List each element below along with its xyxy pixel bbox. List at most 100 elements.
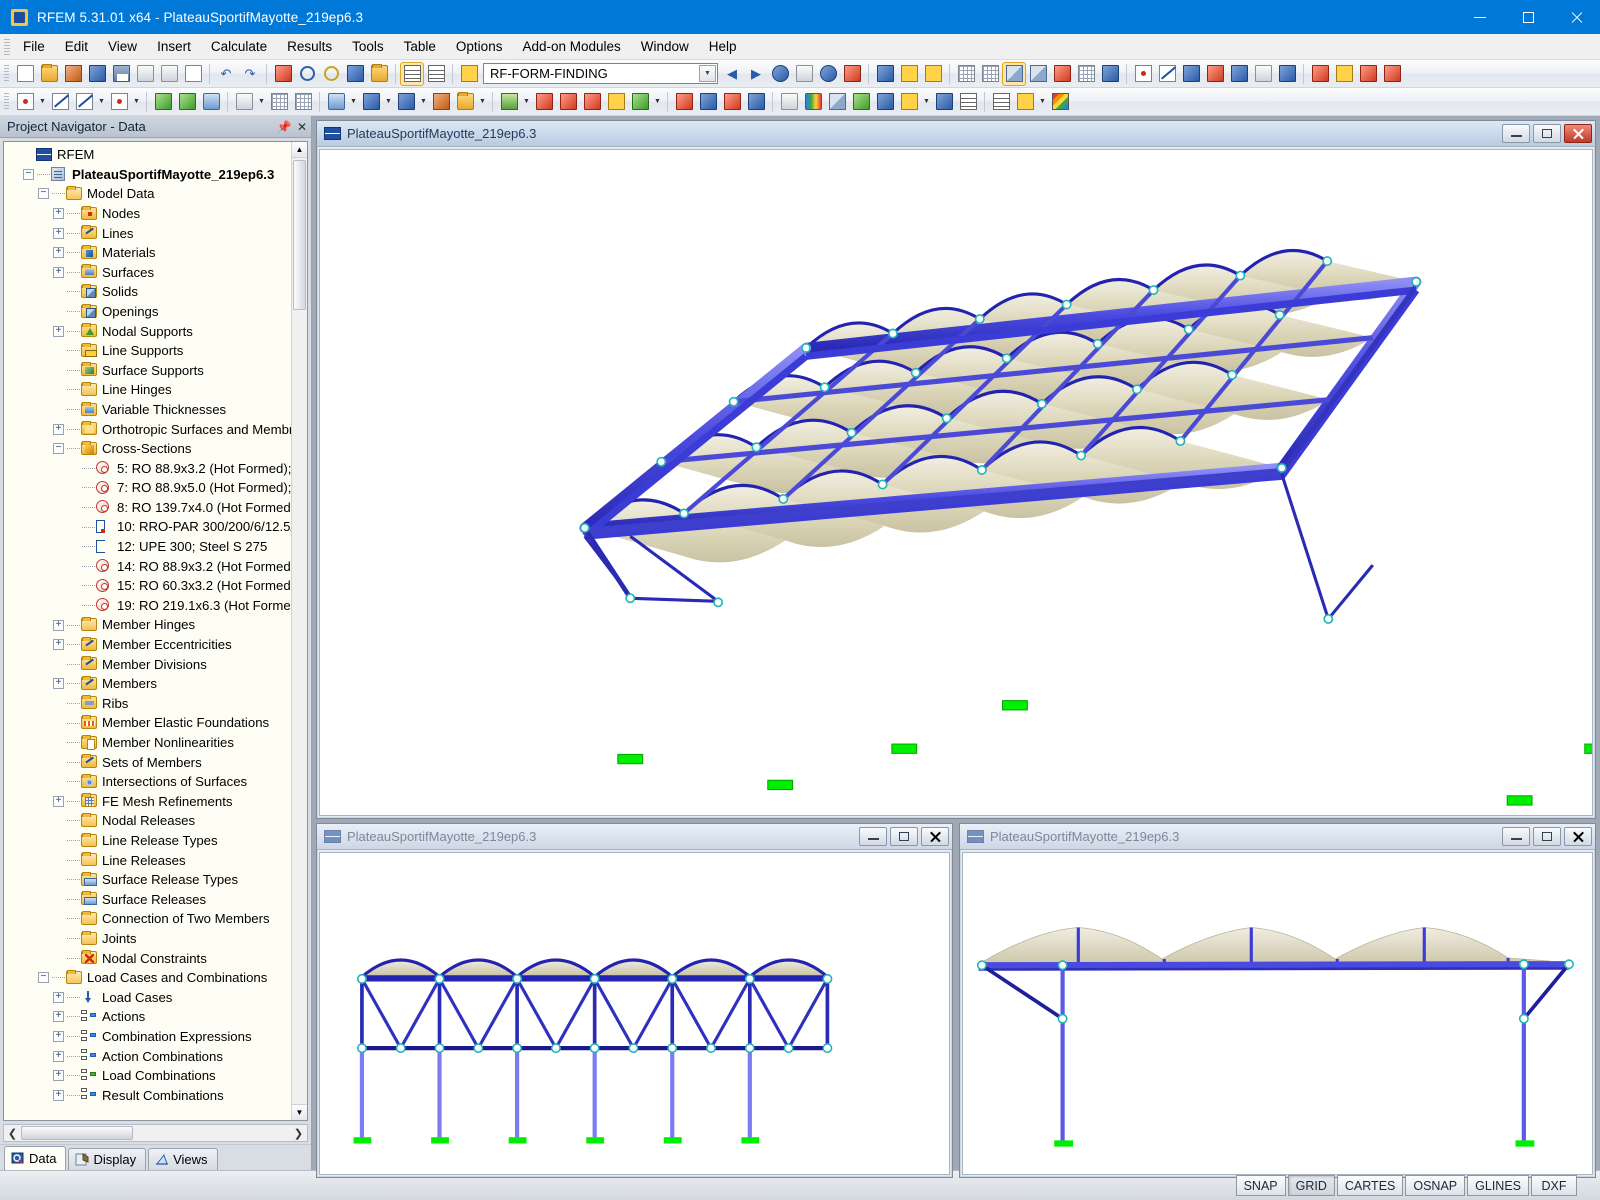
expand-icon[interactable]: + [53,620,64,631]
expand-icon[interactable]: + [53,639,64,650]
new-cross-section-button[interactable] [359,90,383,114]
tree-item-ribs[interactable]: Ribs [8,694,291,714]
load-case-button[interactable] [457,62,481,86]
mdi-left-restore-button[interactable] [890,827,918,846]
result-curve-button[interactable] [873,90,897,114]
tree-item-nodal-supports[interactable]: +Nodal Supports [8,321,291,341]
tree-item-7-ro-88-9x5-0-hot-formed-s[interactable]: 7: RO 88.9x5.0 (Hot Formed); S [8,478,291,498]
tree-item-surface-supports[interactable]: Surface Supports [8,361,291,381]
window-close-button[interactable] [1552,0,1600,34]
dimension-button[interactable] [1275,62,1299,86]
scale-button[interactable] [1227,62,1251,86]
expand-icon[interactable]: + [53,1031,64,1042]
section-cut-button[interactable] [1098,62,1122,86]
menu-results[interactable]: Results [277,35,342,58]
select-window-button[interactable] [343,62,367,86]
expand-icon[interactable]: + [53,326,64,337]
scroll-down-icon[interactable]: ▼ [292,1104,308,1120]
new-surface-button[interactable] [199,90,223,114]
tree-item-10-rro-par-300-200-6-12-5-7[interactable]: 10: RRO-PAR 300/200/6/12.5/7 [8,517,291,537]
surface-load-button[interactable] [580,90,604,114]
save-all-button[interactable] [133,62,157,86]
tree-item-intersections-of-surfaces[interactable]: Intersections of Surfaces [8,772,291,792]
expand-icon[interactable]: + [53,228,64,239]
tree-item-line-releases[interactable]: Line Releases [8,850,291,870]
tables-button[interactable] [424,62,448,86]
import-model-button[interactable] [85,62,109,86]
pin-node-button[interactable] [1380,62,1404,86]
menu-edit[interactable]: Edit [55,35,98,58]
tree-item-rfem[interactable]: RFEM [8,145,291,165]
toolbar-grip[interactable] [4,65,9,83]
nodal-load-button[interactable] [532,90,556,114]
display-results-button[interactable] [816,62,840,86]
new-material-button[interactable] [394,90,418,114]
move-button[interactable] [1251,62,1275,86]
zoom-previous-button[interactable] [295,62,319,86]
open-folder-button[interactable] [37,62,61,86]
navigator-vertical-scrollbar[interactable]: ▲ ▼ [291,142,307,1120]
hscroll-track[interactable] [21,1125,290,1141]
render-active-button[interactable] [1002,62,1026,86]
status-cartes-button[interactable]: CARTES [1337,1175,1403,1196]
new-document-button[interactable] [13,62,37,86]
scrollbar-thumb[interactable] [293,160,306,310]
color-scale-button[interactable] [1048,90,1072,114]
mdi-left-minimize-button[interactable] [859,827,887,846]
result-diagram-button[interactable] [840,62,864,86]
tree-item-surfaces[interactable]: +Surfaces [8,263,291,283]
new-load-button[interactable] [497,90,521,114]
free-load-button[interactable] [628,90,652,114]
menu-tools[interactable]: Tools [342,35,394,58]
menu-table[interactable]: Table [394,35,446,58]
menu-insert[interactable]: Insert [147,35,201,58]
tree-item-sets-of-members[interactable]: Sets of Members [8,752,291,772]
tree-item-surface-releases[interactable]: Surface Releases [8,890,291,910]
tree-item-12-upe-300-steel-s-275[interactable]: 12: UPE 300; Steel S 275 [8,537,291,557]
orthotropy-dropdown[interactable]: ▼ [477,90,488,114]
new-support-dropdown[interactable]: ▼ [131,90,142,114]
new-solid-button[interactable] [324,90,348,114]
support-reactions-button[interactable] [897,62,921,86]
previous-loadcase-button[interactable]: ◀ [720,62,744,86]
viewport-front-elevation[interactable] [962,852,1593,1175]
new-member-button[interactable] [151,90,175,114]
tree-item-nodal-releases[interactable]: Nodal Releases [8,811,291,831]
tree-item-load-cases-and-combinations[interactable]: −Load Cases and Combinations [8,968,291,988]
save-button[interactable] [109,62,133,86]
tab-display[interactable]: Display [68,1148,146,1170]
menu-options[interactable]: Options [446,35,513,58]
tree-item-orthotropic-surfaces-and-membra[interactable]: +Orthotropic Surfaces and Membra [8,419,291,439]
new-line-dim-button[interactable] [72,90,96,114]
hscrollbar-thumb[interactable] [21,1126,133,1140]
node-info-button[interactable] [1131,62,1155,86]
tree-item-line-hinges[interactable]: Line Hinges [8,380,291,400]
result-table-button[interactable] [921,62,945,86]
tree-item-member-elastic-foundations[interactable]: Member Elastic Foundations [8,713,291,733]
new-opening-button[interactable] [291,90,315,114]
tree-item-lines[interactable]: +Lines [8,223,291,243]
menu-window[interactable]: Window [631,35,699,58]
annotate-button[interactable] [1308,62,1332,86]
tree-item-member-eccentricities[interactable]: +Member Eccentricities [8,635,291,655]
new-surface-support-button[interactable] [267,90,291,114]
fe-points-button[interactable] [1074,62,1098,86]
new-line-support-button[interactable] [232,90,256,114]
material-dropdown[interactable]: ▼ [418,90,429,114]
new-orthotropy-button[interactable] [453,90,477,114]
deformation-up-button[interactable] [849,90,873,114]
tree-item-8-ro-139-7x4-0-hot-formed[interactable]: 8: RO 139.7x4.0 (Hot Formed); [8,498,291,518]
mirror-button[interactable] [1179,62,1203,86]
mdi-main-close-button[interactable] [1564,124,1592,143]
wizard-dropdown[interactable]: ▼ [1037,90,1048,114]
tree-item-solids[interactable]: Solids [8,282,291,302]
member-load-button[interactable] [604,90,628,114]
deformation-button[interactable] [873,62,897,86]
tree-item-actions[interactable]: +Actions [8,1007,291,1027]
menu-file[interactable]: File [13,35,55,58]
toolbar-grip[interactable] [4,93,9,111]
expand-icon[interactable]: + [53,208,64,219]
navigator-tree[interactable]: RFEM−PlateauSportifMayotte_219ep6.3−Mode… [4,142,291,1120]
mdi-right-close-button[interactable] [1564,827,1592,846]
show-results-button[interactable] [768,62,792,86]
